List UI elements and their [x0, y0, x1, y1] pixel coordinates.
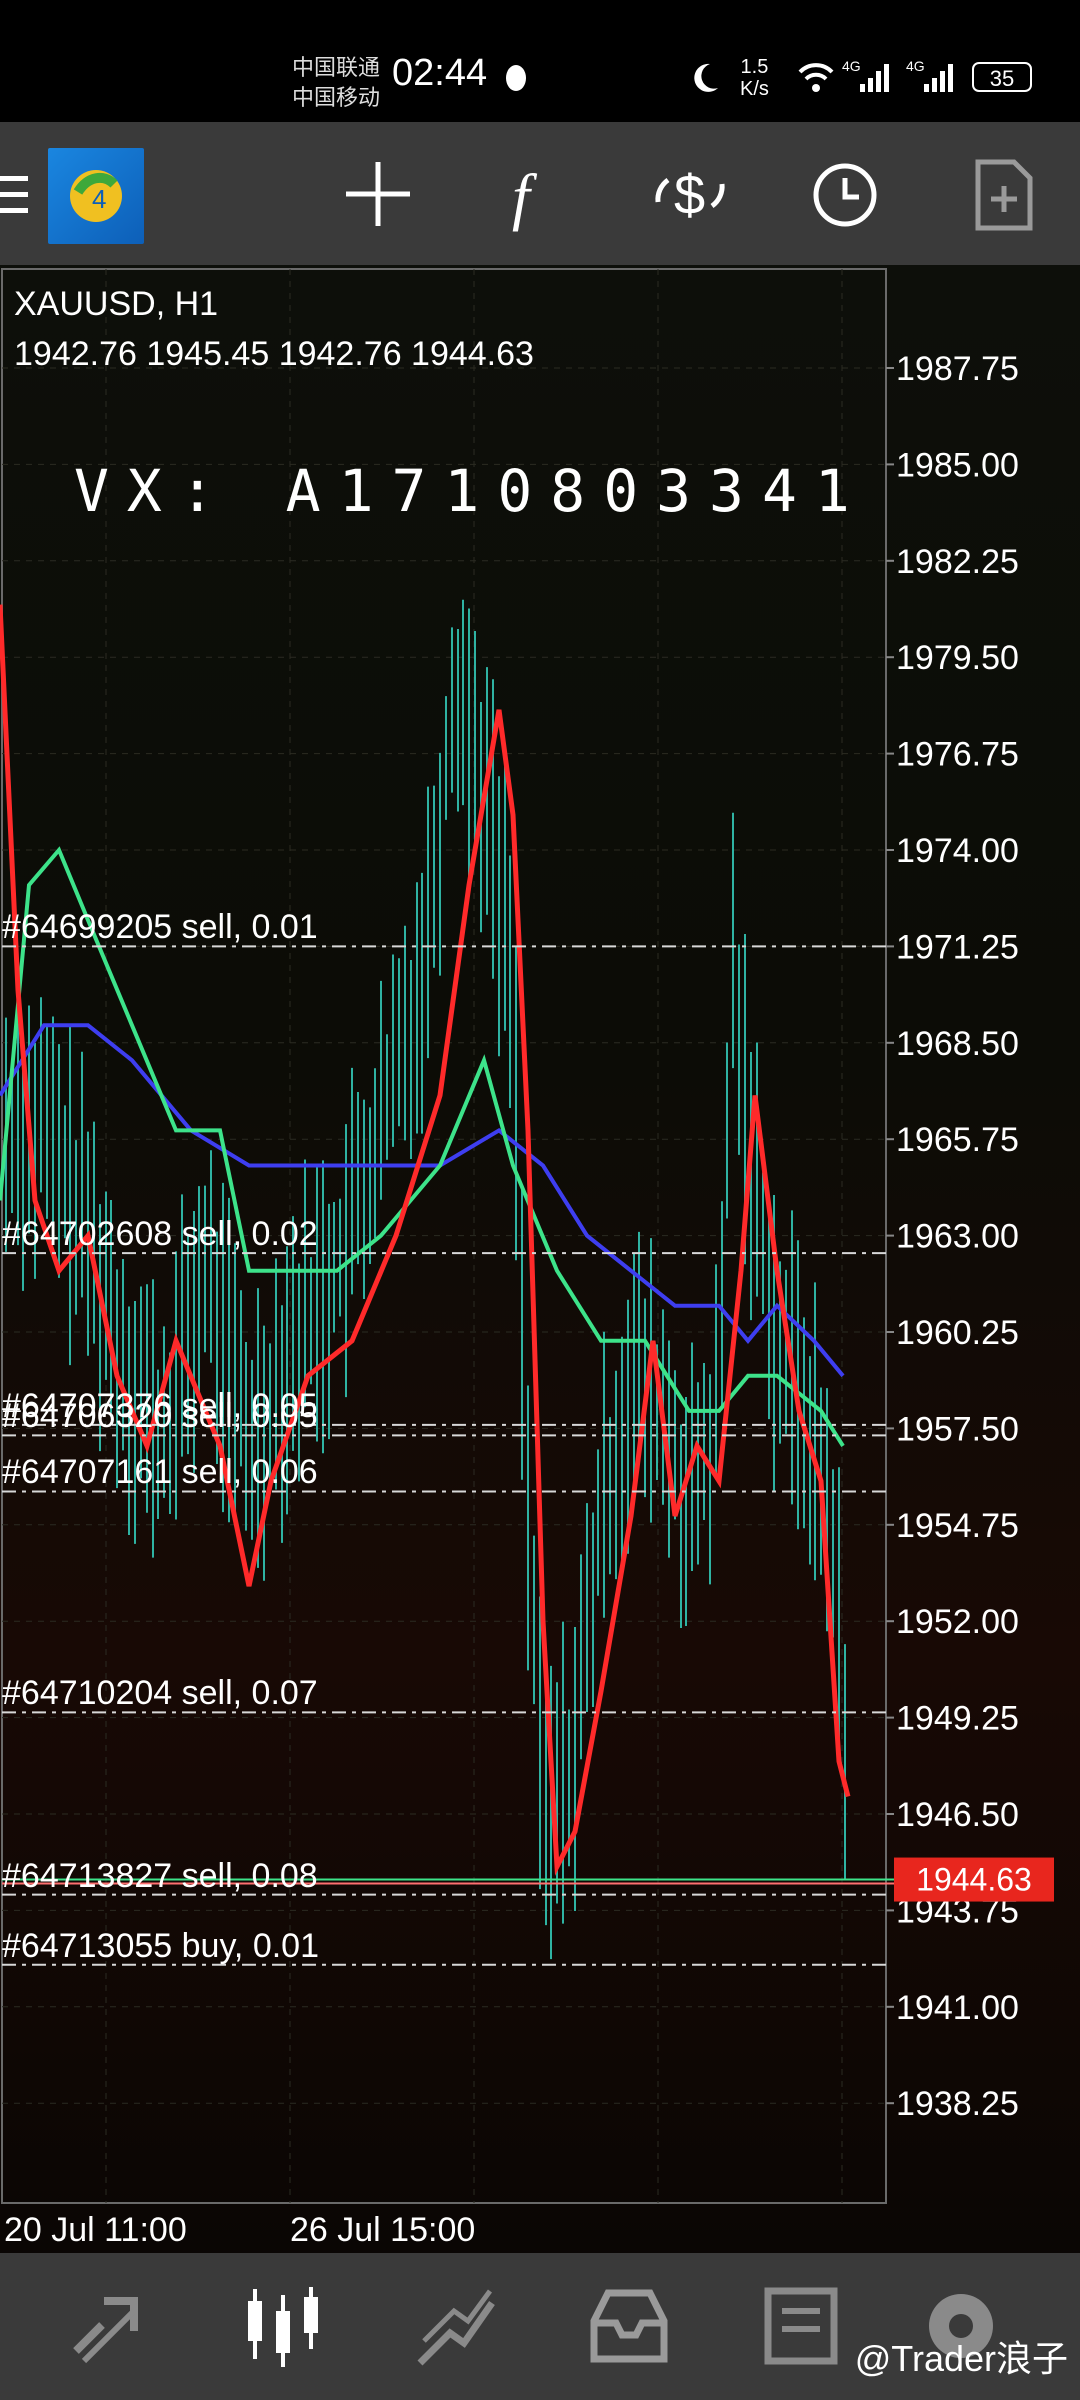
signal-2-icon — [924, 64, 953, 92]
net-speed-value: 1.5 — [740, 56, 769, 78]
carrier-1: 中国联通 — [292, 55, 381, 80]
price-axis-label: 1952.00 — [896, 1603, 1019, 1641]
menu-icon[interactable] — [0, 172, 30, 218]
price-axis-label: 1963.00 — [896, 1218, 1019, 1256]
time-label-1: 20 Jul 11:00 — [4, 2211, 187, 2249]
order-label[interactable]: #64713055 buy, 0.01 — [2, 1927, 319, 1966]
order-label[interactable]: #64713827 sell, 0.08 — [2, 1857, 318, 1896]
symbol-swap-icon[interactable]: $ — [650, 160, 730, 228]
messages-icon[interactable] — [756, 2281, 846, 2371]
chart-icon[interactable] — [238, 2281, 328, 2371]
order-label[interactable]: #64706320 sell, 0.05 — [2, 1397, 318, 1436]
order-label[interactable]: #64710204 sell, 0.07 — [2, 1674, 318, 1713]
price-axis-label: 1941.00 — [896, 1989, 1019, 2027]
battery-icon: 35 — [972, 62, 1032, 92]
price-axis-label: 1938.25 — [896, 2085, 1019, 2123]
price-axis-label: 1979.50 — [896, 639, 1019, 677]
carrier-2: 中国移动 — [292, 85, 381, 110]
function-icon[interactable]: f — [508, 160, 558, 232]
svg-text:$: $ — [674, 163, 705, 226]
order-label[interactable]: #64707161 sell, 0.06 — [2, 1453, 318, 1492]
watermark-text: VX: A1710803341 — [74, 457, 868, 525]
status-time: 02:44 — [392, 52, 488, 94]
price-axis-label: 1949.25 — [896, 1700, 1019, 1738]
battery-level: 35 — [989, 66, 1015, 91]
metatrader-logo-icon[interactable]: 4 — [48, 148, 144, 244]
price-axis-label: 1957.50 — [896, 1410, 1019, 1448]
price-axis-label: 1971.25 — [896, 928, 1019, 966]
price-axis-label: 1954.75 — [896, 1507, 1019, 1545]
price-chart[interactable]: 1987.75 1985.00 1982.25 1979.50 1976.75 1974.… — [0, 265, 1080, 2253]
bottom-navigation: @Trader浪子 — [0, 2253, 1080, 2400]
timeframe-clock-icon[interactable] — [810, 160, 880, 230]
price-axis-label: 1974.00 — [896, 832, 1019, 870]
history-icon[interactable] — [584, 2281, 674, 2371]
wifi-icon — [798, 63, 834, 92]
price-axis-label: 1985.00 — [896, 446, 1019, 484]
current-price-tag: 1944.63 — [916, 1862, 1032, 1898]
symbol-label: XAUUSD, H1 — [14, 285, 219, 323]
order-label[interactable]: #64699205 sell, 0.01 — [2, 908, 318, 947]
price-axis-label: 1968.50 — [896, 1025, 1019, 1063]
price-axis-label: 1960.25 — [896, 1314, 1019, 1352]
trade-icon[interactable] — [410, 2281, 500, 2371]
status-bar: 中国联通 中国移动 02:44 1.5 K/s 4G 4G 35 — [0, 0, 1080, 122]
price-axis-label: 1976.75 — [896, 736, 1019, 774]
net-speed-unit: K/s — [740, 78, 769, 100]
price-axis: 1987.75 1985.00 1982.25 1979.50 1976.75 1974.… — [886, 350, 1019, 2123]
price-axis-label: 1946.50 — [896, 1796, 1019, 1834]
quotes-icon[interactable] — [64, 2281, 154, 2371]
qq-penguin-icon — [506, 65, 526, 91]
order-label[interactable]: #64702608 sell, 0.02 — [2, 1215, 318, 1254]
moon-icon — [694, 63, 718, 92]
candles — [5, 599, 846, 1960]
template-add-icon[interactable] — [974, 158, 1034, 232]
ohlc-readout: 1942.76 1945.45 1942.76 1944.63 — [14, 335, 534, 373]
chart-toolbar: 4 f $ — [0, 122, 1080, 265]
price-axis-label: 1965.75 — [896, 1121, 1019, 1159]
time-label-2: 26 Jul 15:00 — [290, 2211, 475, 2249]
price-axis-label: 1982.25 — [896, 543, 1019, 581]
svg-text:f: f — [512, 161, 538, 232]
svg-text:4: 4 — [92, 184, 106, 214]
price-axis-label: 1987.75 — [896, 350, 1019, 388]
crosshair-icon[interactable] — [344, 160, 412, 228]
signal-1-icon — [860, 64, 889, 92]
footer-watermark: @Trader浪子 — [854, 2338, 1068, 2379]
